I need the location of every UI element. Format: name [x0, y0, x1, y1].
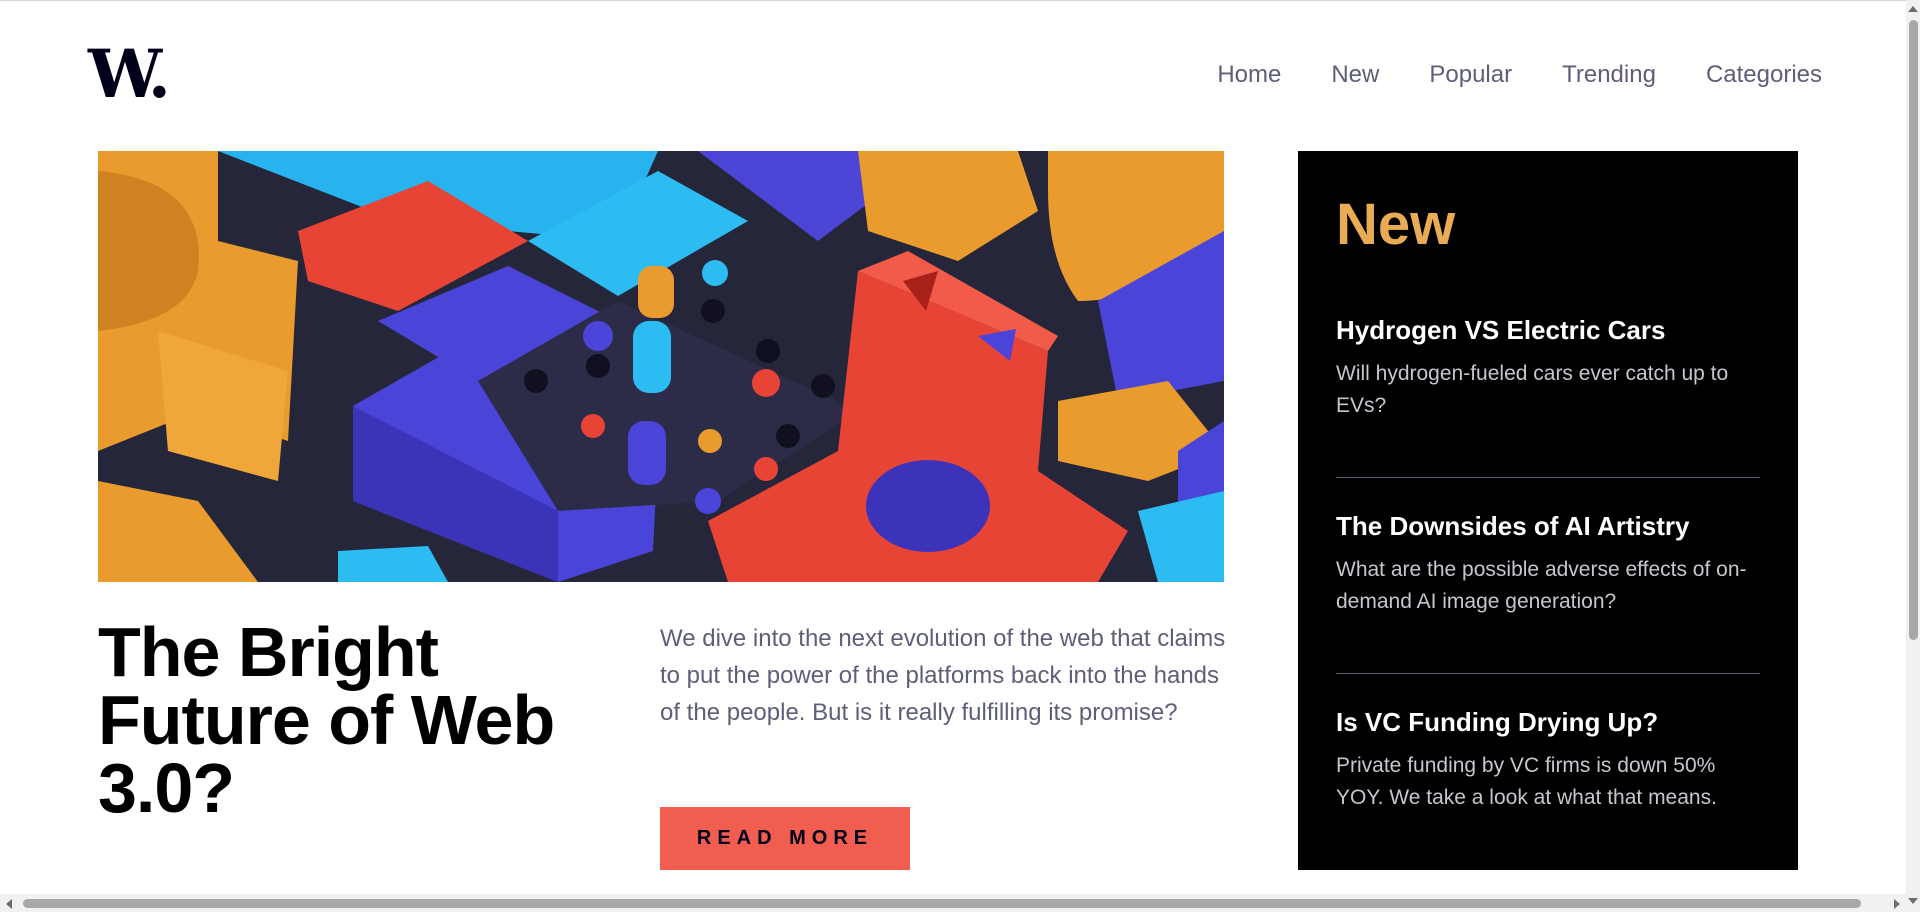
abstract-3d-blocks-image — [98, 151, 1224, 582]
window-top-border — [0, 0, 1920, 1]
news-item-ai-artistry[interactable]: The Downsides of AI Artistry What are th… — [1336, 510, 1760, 618]
vertical-scrollbar[interactable] — [1906, 0, 1920, 912]
nav-new[interactable]: New — [1331, 58, 1379, 92]
news-item-text: What are the possible adverse effects of… — [1336, 558, 1747, 613]
site-logo[interactable]: W. — [88, 38, 171, 110]
hero-image — [98, 151, 1224, 582]
hero-description: We dive into the next evolution of the w… — [660, 625, 1226, 726]
panel-title: New — [1336, 192, 1456, 257]
scroll-left-arrow-icon[interactable] — [6, 899, 12, 909]
nav-trending[interactable]: Trending — [1562, 58, 1656, 92]
horizontal-scroll-thumb[interactable] — [23, 899, 1861, 908]
news-item-text: Private funding by VC firms is down 50% … — [1336, 754, 1717, 809]
news-item-vc-funding[interactable]: Is VC Funding Drying Up? Private funding… — [1336, 706, 1760, 814]
vertical-scroll-thumb[interactable] — [1909, 20, 1918, 640]
news-item-title[interactable]: Is VC Funding Drying Up? — [1336, 706, 1760, 738]
news-item-title[interactable]: Hydrogen VS Electric Cars — [1336, 314, 1760, 346]
divider — [1336, 477, 1760, 478]
divider — [1336, 673, 1760, 674]
nav-home[interactable]: Home — [1217, 58, 1281, 92]
main-nav: Home New Popular Trending Categories — [1217, 58, 1822, 92]
scroll-right-arrow-icon[interactable] — [1894, 899, 1900, 909]
news-item-title[interactable]: The Downsides of AI Artistry — [1336, 510, 1760, 542]
scroll-down-arrow-icon[interactable] — [1908, 898, 1918, 904]
horizontal-scrollbar[interactable] — [0, 894, 1906, 912]
scroll-up-arrow-icon[interactable] — [1908, 6, 1918, 12]
news-item-hydrogen[interactable]: Hydrogen VS Electric Cars Will hydrogen-… — [1336, 314, 1760, 422]
new-articles-panel: New Hydrogen VS Electric Cars Will hydro… — [1298, 151, 1798, 870]
hero-title: The Bright Future of Web 3.0? — [98, 613, 555, 827]
news-item-text: Will hydrogen-fueled cars ever catch up … — [1336, 362, 1729, 417]
read-more-button[interactable]: Read More — [660, 807, 910, 870]
nav-popular[interactable]: Popular — [1429, 58, 1512, 92]
nav-categories[interactable]: Categories — [1706, 58, 1822, 92]
